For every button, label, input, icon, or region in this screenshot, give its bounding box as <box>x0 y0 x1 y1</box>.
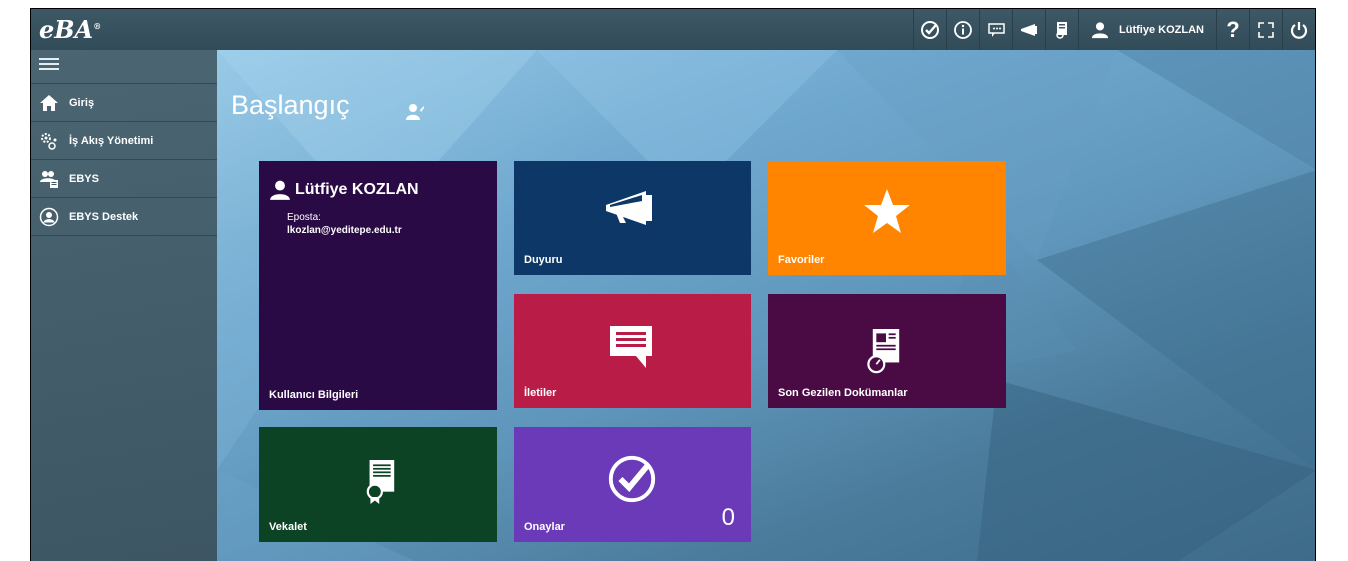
user-name: Lütfiye KOZLAN <box>1119 23 1204 36</box>
support-icon <box>39 207 59 226</box>
document-icon[interactable] <box>1045 9 1078 50</box>
power-icon[interactable] <box>1282 9 1315 50</box>
tile-iletiler[interactable]: İletiler <box>514 294 751 408</box>
message-icon <box>610 326 652 368</box>
tile-favoriler[interactable]: Favoriler <box>768 161 1006 275</box>
recent-document-icon <box>867 329 900 374</box>
page-title: Başlangıç <box>231 90 350 120</box>
top-bar: eBA® Lütfiye KOZLAN ? <box>31 9 1315 50</box>
tile-label: Duyuru <box>524 254 563 266</box>
tile-label: Favoriler <box>778 254 825 266</box>
tile-duyuru[interactable]: Duyuru <box>514 161 751 275</box>
user-icon <box>270 180 290 200</box>
approval-count: 0 <box>721 504 735 531</box>
tile-onaylar[interactable]: 0 Onaylar <box>514 427 751 542</box>
email-label: Eposta: <box>287 212 321 223</box>
star-icon <box>864 189 910 233</box>
check-circle-icon[interactable] <box>913 9 946 50</box>
info-icon[interactable] <box>946 9 979 50</box>
user-edit-icon[interactable] <box>405 102 425 122</box>
tile-label: İletiler <box>524 387 557 399</box>
sidebar-item-ebys[interactable]: EBYS <box>31 160 217 198</box>
megaphone-icon[interactable] <box>1012 9 1045 50</box>
tile-kullanici-bilgileri[interactable]: Lütfiye KOZLAN Eposta: lkozlan@yeditepe.… <box>259 161 497 410</box>
user-menu[interactable]: Lütfiye KOZLAN <box>1078 9 1216 50</box>
email-value: lkozlan@yeditepe.edu.tr <box>287 225 402 236</box>
main-content: Başlangıç Lütfiye KOZLAN Eposta: lkozlan… <box>217 50 1315 561</box>
user-icon <box>1091 21 1109 38</box>
help-button[interactable]: ? <box>1216 9 1249 50</box>
tile-label: Son Gezilen Dokümanlar <box>778 387 908 399</box>
tile-vekalet[interactable]: Vekalet <box>259 427 497 542</box>
sidebar: Giriş İş Akış Yönetimi EBYS EBYS Destek <box>31 50 217 561</box>
sidebar-item-giris[interactable]: Giriş <box>31 84 217 122</box>
app-logo[interactable]: eBA® <box>39 15 101 44</box>
top-bar-actions: Lütfiye KOZLAN ? <box>913 9 1315 50</box>
tile-label: Onaylar <box>524 521 565 533</box>
tile-label: Kullanıcı Bilgileri <box>269 389 359 401</box>
sidebar-item-is-akis-yonetimi[interactable]: İş Akış Yönetimi <box>31 122 217 160</box>
fullscreen-icon[interactable] <box>1249 9 1282 50</box>
certificate-icon <box>366 460 395 504</box>
users-docs-icon <box>40 170 58 188</box>
sidebar-item-ebys-destek[interactable]: EBYS Destek <box>31 198 217 236</box>
tile-son-gezilen-dokumanlar[interactable]: Son Gezilen Dokümanlar <box>768 294 1006 408</box>
tile-label: Vekalet <box>269 521 307 533</box>
tile-user-name: Lütfiye KOZLAN <box>295 181 419 198</box>
check-circle-icon <box>608 455 656 503</box>
menu-toggle-icon[interactable] <box>31 50 217 84</box>
chat-icon[interactable] <box>979 9 1012 50</box>
workflow-icon <box>41 132 57 150</box>
megaphone-icon <box>606 191 652 225</box>
app-window: eBA® Lütfiye KOZLAN ? Giriş İş Akış Yöne… <box>30 8 1316 561</box>
home-icon <box>40 94 58 111</box>
